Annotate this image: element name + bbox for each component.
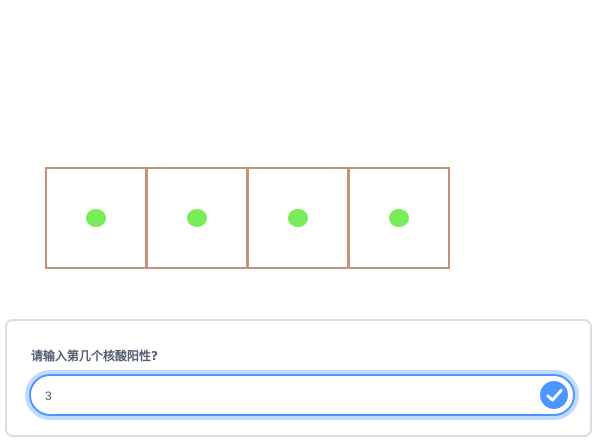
green-dot-marker [389,209,409,227]
grid-cell-3 [247,167,349,269]
ask-dialog: 请输入第几个核酸阳性? [5,319,592,437]
ask-prompt: 请输入第几个核酸阳性? [31,349,158,363]
answer-field[interactable] [29,374,575,416]
grid-cell-4 [348,167,450,269]
stage: 请输入第几个核酸阳性? [0,0,600,444]
check-icon [546,389,563,402]
grid-cell-2 [146,167,248,269]
answer-input[interactable] [43,384,527,408]
submit-button[interactable] [538,379,570,411]
green-dot-marker [187,209,207,227]
cell-grid [45,167,453,269]
grid-cell-1 [45,167,147,269]
green-dot-marker [288,209,308,227]
green-dot-marker [86,209,106,227]
